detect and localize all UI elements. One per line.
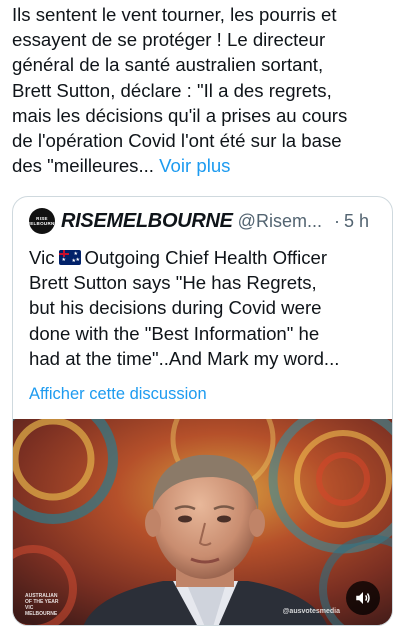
see-more-link[interactable]: Voir plus <box>159 155 230 176</box>
display-name[interactable]: RISEMELBOURNE <box>61 210 233 233</box>
avatar-text-line: MELBOURNE <box>26 221 58 226</box>
post-text: Ils sentent le vent tourner, les pourris… <box>12 2 404 178</box>
speaker-icon <box>356 592 370 604</box>
quote-line-start: Vic <box>29 247 55 268</box>
post-line: général de la santé australien sortant, <box>12 54 324 76</box>
quoted-tweet-header: RISE MELBOURNE RISEMELBOURNE @Risem... ·… <box>26 207 379 235</box>
quoted-tweet-card[interactable]: RISE MELBOURNE RISEMELBOURNE @Risem... ·… <box>12 196 393 626</box>
quote-line: but his decisions during Covid were <box>29 297 322 319</box>
watermark-left: AUSTRALIAN OF THE YEAR VIC MELBOURNE <box>25 593 59 617</box>
user-handle[interactable]: @Risem... <box>238 211 322 232</box>
watermark-text: MELBOURNE <box>25 611 58 617</box>
post-line: essayent de se protéger ! Le directeur <box>12 29 326 51</box>
post-line: mais les décisions qu'il a prises au cou… <box>12 104 348 126</box>
avatar[interactable]: RISE MELBOURNE <box>26 208 58 234</box>
quote-line-end: Outgoing Chief Health Officer <box>84 247 328 268</box>
mute-toggle-button[interactable] <box>346 581 380 615</box>
watermark-right: @ausvotesmedia <box>282 608 340 615</box>
video-frame-image <box>13 419 392 625</box>
post-line: de l'opération Covid l'ont été sur la ba… <box>12 130 342 152</box>
video-thumbnail[interactable]: AUSTRALIAN OF THE YEAR VIC MELBOURNE @au… <box>13 419 392 625</box>
timestamp[interactable]: 5 h <box>344 211 369 232</box>
australia-flag-icon: ★ ★ ★ ★ <box>58 250 81 265</box>
separator-dot: · <box>333 210 340 231</box>
quote-line: done with the "Best Information" he <box>29 322 320 344</box>
post-line: Brett Sutton, déclare : "Il a des regret… <box>12 79 332 101</box>
quoted-tweet-text: Vic ★ ★ ★ ★ Outgoing Chief Health Officer Bre… <box>29 245 389 371</box>
quote-line: had at the time"..And Mark my word... <box>29 347 340 369</box>
show-thread-link[interactable]: Afficher cette discussion <box>29 385 207 404</box>
post-last-line: des "meilleures... Voir plus <box>12 153 404 178</box>
quote-line: Vic ★ ★ ★ ★ Outgoing Chief Health Officer <box>29 245 389 270</box>
post-line-text: des "meilleures... <box>12 155 154 177</box>
quote-line: Brett Sutton says "He has Regrets, <box>29 272 317 294</box>
post-line: Ils sentent le vent tourner, les pourris… <box>12 4 337 25</box>
